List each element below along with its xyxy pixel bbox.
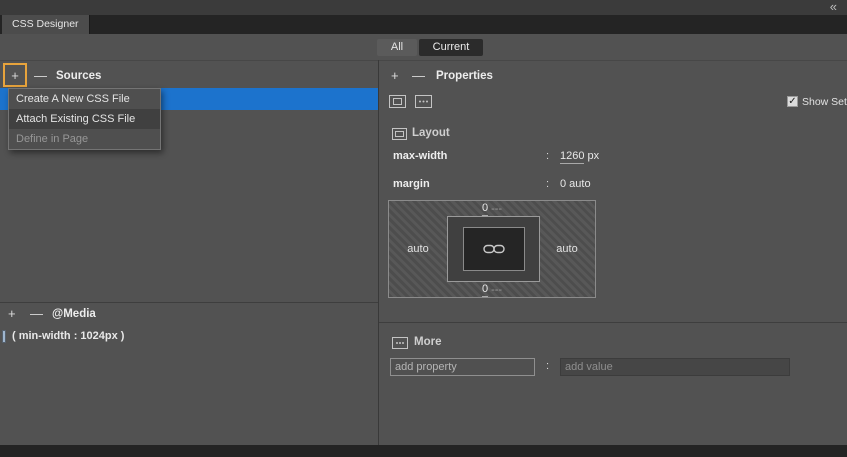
add-source-button[interactable]: + [11, 68, 19, 83]
margin-bottom-control[interactable]: 0 --- [389, 282, 595, 297]
layout-section-icon [392, 128, 407, 140]
more-section-icon [392, 337, 408, 349]
link-icon [483, 243, 505, 255]
max-width-colon: : [546, 150, 549, 162]
remove-media-button[interactable]: — [30, 306, 43, 321]
menu-item-define-in-page: Define in Page [9, 129, 160, 149]
status-bar [0, 445, 847, 457]
menu-item-create-new-css[interactable]: Create A New CSS File [9, 89, 160, 109]
media-query-row[interactable]: ( min-width : 1024px ) [0, 328, 378, 346]
margin-box-diagram: 0 --- auto auto 0 --- [388, 200, 596, 298]
margin-colon: : [546, 178, 549, 190]
show-set-label: Show Set [802, 96, 847, 108]
margin-left-control[interactable]: auto [389, 216, 447, 282]
layout-section-title: Layout [412, 127, 450, 139]
add-media-button[interactable]: + [8, 306, 16, 321]
add-property-button[interactable]: + [391, 68, 399, 83]
all-button[interactable]: All [377, 39, 417, 56]
panel-dock-bar: « [0, 0, 847, 15]
current-button[interactable]: Current [419, 39, 483, 56]
margin-top-dashes: --- [491, 203, 502, 215]
margin-value[interactable]: 0 auto [560, 178, 591, 190]
toolbar-separator [0, 60, 847, 61]
tab-css-designer[interactable]: CSS Designer [2, 15, 90, 34]
max-width-value[interactable]: 1260 px [560, 150, 599, 162]
more-category-icon[interactable] [415, 95, 432, 108]
max-width-label: max-width [393, 150, 447, 162]
check-icon: ✓ [788, 96, 796, 107]
margin-bottom-dashes: --- [491, 284, 502, 296]
panel-tab-strip: CSS Designer [0, 15, 847, 34]
max-width-number[interactable]: 1260 [560, 150, 584, 164]
margin-box-center [447, 216, 540, 282]
collapse-panels-icon[interactable]: « [830, 0, 837, 14]
more-section-separator [379, 322, 847, 323]
margin-bottom-value[interactable]: 0 [482, 283, 488, 297]
add-value-input[interactable] [560, 358, 790, 376]
media-section-separator [0, 302, 378, 303]
add-source-menu: Create A New CSS File Attach Existing CS… [8, 88, 161, 150]
margin-top-value[interactable]: 0 [482, 202, 488, 216]
margin-right-control[interactable]: auto [539, 216, 595, 282]
margin-label: margin [393, 178, 430, 190]
more-colon: : [546, 360, 549, 372]
max-width-unit[interactable]: px [588, 150, 600, 162]
css-designer-panel: « CSS Designer All Current + — Sources C… [0, 0, 847, 457]
remove-property-button[interactable]: — [412, 68, 425, 83]
margin-left-value[interactable]: auto [407, 243, 428, 255]
margin-link-toggle[interactable] [463, 227, 525, 271]
annotation-highlight-box: + [3, 63, 27, 87]
media-indicator-icon [2, 330, 6, 343]
menu-item-attach-existing-css[interactable]: Attach Existing CSS File [9, 109, 160, 129]
add-property-input[interactable] [390, 358, 535, 376]
properties-title: Properties [436, 70, 493, 82]
more-section-title: More [414, 336, 441, 348]
media-query-label: ( min-width : 1024px ) [12, 330, 124, 342]
layout-category-icon[interactable] [389, 95, 406, 108]
media-title: @Media [52, 308, 96, 320]
show-set-checkbox[interactable]: ✓ [787, 96, 798, 107]
margin-right-value[interactable]: auto [556, 243, 577, 255]
remove-source-button[interactable]: — [34, 68, 47, 83]
panel-divider [378, 60, 379, 445]
margin-top-control[interactable]: 0 --- [389, 201, 595, 216]
sources-title: Sources [56, 70, 101, 82]
